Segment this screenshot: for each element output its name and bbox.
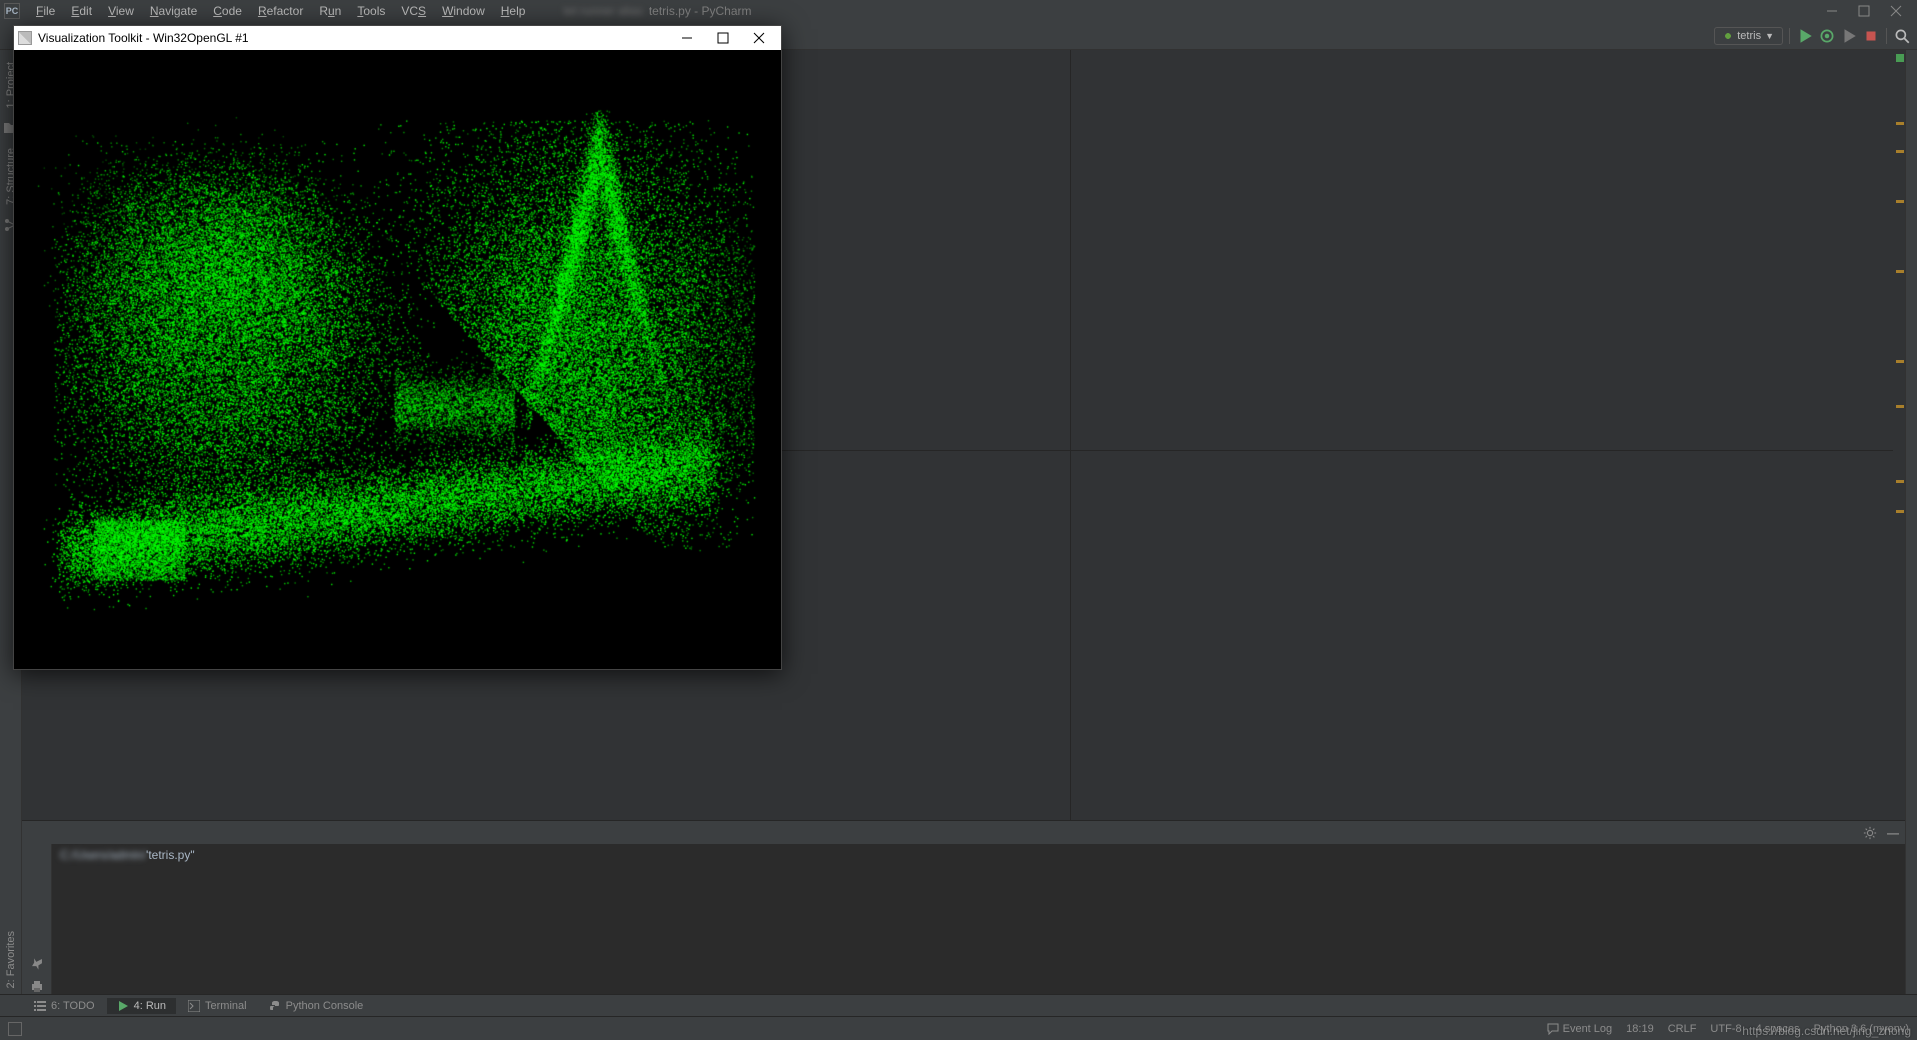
run-config-icon	[1723, 31, 1733, 41]
vtk-window-controls	[669, 27, 777, 49]
vtk-minimize-icon[interactable]	[669, 27, 705, 49]
python-console-label: Python Console	[286, 1000, 364, 1012]
debug-icon[interactable]	[1818, 27, 1836, 45]
terminal-tool-tab[interactable]: Terminal	[178, 998, 257, 1014]
output-path-blurred: C:/Users/admin/	[60, 848, 146, 862]
line-separator[interactable]: CRLF	[1668, 1023, 1697, 1035]
vtk-titlebar[interactable]: Visualization Toolkit - Win32OpenGL #1	[14, 26, 781, 50]
chevron-down-icon: ▼	[1765, 31, 1774, 41]
right-tool-stripe	[1905, 50, 1917, 1016]
menu-code[interactable]: Code	[205, 2, 250, 20]
print-icon[interactable]	[29, 978, 45, 994]
minimize-icon[interactable]	[1825, 4, 1839, 18]
vtk-window-title: Visualization Toolkit - Win32OpenGL #1	[38, 31, 249, 45]
python-console-tool-tab[interactable]: Python Console	[259, 998, 374, 1014]
play-icon	[117, 1000, 129, 1012]
pycharm-logo-icon: PC	[4, 3, 20, 19]
marker-gutter	[1893, 50, 1905, 820]
run-configuration-selector[interactable]: tetris ▼	[1714, 27, 1783, 45]
gear-icon[interactable]	[1863, 826, 1877, 840]
vtk-maximize-icon[interactable]	[705, 27, 741, 49]
menu-tools[interactable]: Tools	[349, 2, 393, 20]
title-file: tetris.py - PyCharm	[649, 4, 752, 18]
run-gutter	[22, 844, 52, 1016]
menu-help[interactable]: Help	[493, 2, 534, 20]
warning-marker[interactable]	[1896, 360, 1904, 363]
close-icon[interactable]	[1889, 4, 1903, 18]
warning-marker[interactable]	[1896, 480, 1904, 483]
run-label: 4: Run	[134, 1000, 166, 1012]
menu-vcs[interactable]: VCS	[393, 2, 434, 20]
vtk-close-icon[interactable]	[741, 27, 777, 49]
menu-navigate[interactable]: Navigate	[142, 2, 205, 20]
search-everywhere-icon[interactable]	[1893, 27, 1911, 45]
terminal-label: Terminal	[205, 1000, 247, 1012]
toolbar-separator	[1789, 28, 1790, 44]
warning-marker[interactable]	[1896, 405, 1904, 408]
terminal-icon	[188, 1000, 200, 1012]
hide-tool-window-icon[interactable]: —	[1887, 826, 1897, 840]
analysis-status-marker[interactable]	[1896, 54, 1904, 62]
menu-file[interactable]: File	[28, 2, 63, 20]
menu-window[interactable]: Window	[434, 2, 493, 20]
event-log-button[interactable]: Event Log	[1547, 1023, 1613, 1035]
run-with-coverage-icon[interactable]	[1840, 27, 1858, 45]
list-icon	[34, 1000, 46, 1012]
menu-refactor[interactable]: Refactor	[250, 2, 311, 20]
stop-icon[interactable]	[1862, 27, 1880, 45]
toolbar-separator	[1886, 28, 1887, 44]
watermark-text: https://blog.csdn.net/jing_zhong	[1742, 1024, 1911, 1038]
maximize-icon[interactable]	[1857, 4, 1871, 18]
window-controls	[1825, 4, 1917, 18]
tool-window-quick-access-icon[interactable]	[8, 1022, 22, 1036]
todo-label: 6: TODO	[51, 1000, 95, 1012]
run-config-label: tetris	[1737, 30, 1761, 42]
event-log-label: Event Log	[1563, 1023, 1613, 1035]
warning-marker[interactable]	[1896, 270, 1904, 273]
status-bar: Event Log 18:19 CRLF UTF-8 4 spaces Pyth…	[0, 1016, 1917, 1040]
warning-marker[interactable]	[1896, 122, 1904, 125]
warning-marker[interactable]	[1896, 200, 1904, 203]
run-icon[interactable]	[1796, 27, 1814, 45]
run-tool-window: C:/Users/admin/'tetris.py"	[22, 844, 1905, 1016]
vtk-viewport[interactable]	[14, 50, 781, 669]
python-icon	[269, 1000, 281, 1012]
pin-icon[interactable]	[29, 956, 45, 972]
run-tool-header: —	[22, 820, 1905, 844]
bottom-tool-tabs: 6: TODO 4: Run Terminal Python Console	[0, 994, 1917, 1016]
file-encoding[interactable]: UTF-8	[1710, 1023, 1741, 1035]
menu-view[interactable]: View	[100, 2, 142, 20]
run-tool-tab[interactable]: 4: Run	[107, 998, 176, 1014]
output-text: 'tetris.py"	[146, 848, 195, 862]
title-path-blurred: tet runner alias	[563, 4, 642, 18]
menu-run[interactable]: Run	[311, 2, 349, 20]
vtk-visualization-window: Visualization Toolkit - Win32OpenGL #1	[13, 25, 782, 670]
vtk-app-icon	[18, 31, 32, 45]
point-cloud-canvas	[14, 50, 781, 669]
warning-marker[interactable]	[1896, 510, 1904, 513]
todo-tool-tab[interactable]: 6: TODO	[24, 998, 105, 1014]
speech-bubble-icon	[1547, 1023, 1559, 1035]
caret-position[interactable]: 18:19	[1626, 1023, 1654, 1035]
editor-vertical-splitter[interactable]	[1070, 50, 1071, 820]
menu-bar: PC File Edit View Navigate Code Refactor…	[0, 0, 1917, 22]
warning-marker[interactable]	[1896, 150, 1904, 153]
menu-edit[interactable]: Edit	[63, 2, 100, 20]
window-title: tet runner alias tetris.py - PyCharm	[563, 4, 751, 18]
favorites-tool-tab[interactable]: 2: Favorites	[3, 925, 19, 994]
run-output[interactable]: C:/Users/admin/'tetris.py"	[52, 844, 1905, 1016]
